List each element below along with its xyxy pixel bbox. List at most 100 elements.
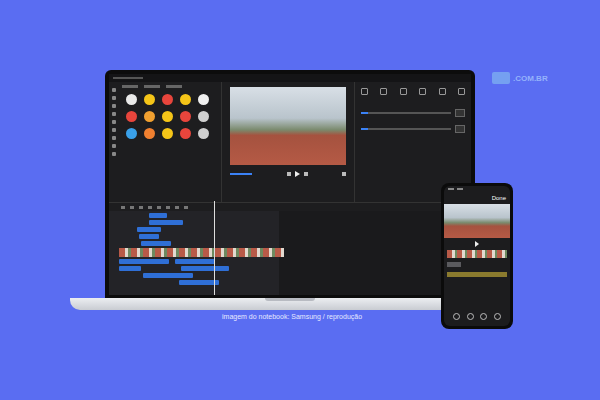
timeline-tool-icon[interactable]: [121, 206, 125, 209]
track-clip[interactable]: [447, 272, 507, 277]
track-clip[interactable]: [119, 259, 169, 264]
play-icon[interactable]: [475, 241, 479, 247]
track-row: [119, 220, 471, 225]
track-row: [119, 259, 471, 264]
sticker-icon[interactable]: [126, 128, 137, 139]
tool-icon[interactable]: [112, 104, 116, 108]
tool-icon[interactable]: [494, 313, 501, 320]
tool-icon[interactable]: [112, 96, 116, 100]
tool-icon[interactable]: [453, 313, 460, 320]
video-preview: [230, 87, 346, 165]
sticker-icon[interactable]: [144, 128, 155, 139]
sticker-icon[interactable]: [198, 94, 209, 105]
phone: Done: [441, 183, 513, 329]
tool-icon[interactable]: [480, 313, 487, 320]
fullscreen-icon[interactable]: [342, 172, 346, 176]
track-clip[interactable]: [119, 266, 141, 271]
slider-row: [361, 125, 465, 133]
track-clip[interactable]: [149, 213, 167, 218]
track-clip[interactable]: [137, 227, 161, 232]
track-clip[interactable]: [143, 273, 193, 278]
track-clip[interactable]: [181, 266, 229, 271]
property-icon[interactable]: [439, 88, 446, 95]
timeline-tool-icon[interactable]: [148, 206, 152, 209]
video-clip[interactable]: [447, 250, 507, 258]
tool-icon[interactable]: [112, 128, 116, 132]
track-row: [119, 273, 471, 278]
track-clip[interactable]: [139, 234, 159, 239]
timeline-toolbar: [109, 203, 471, 211]
sticker-icon[interactable]: [198, 128, 209, 139]
logo-icon: [492, 72, 510, 84]
phone-toolbar: [444, 309, 510, 326]
sticker-icon[interactable]: [126, 94, 137, 105]
sticker-icon[interactable]: [162, 94, 173, 105]
playhead[interactable]: [214, 201, 215, 295]
sticker-panel: [119, 82, 222, 202]
play-icon[interactable]: [295, 171, 300, 177]
track-clip[interactable]: [149, 220, 183, 225]
tool-icon[interactable]: [112, 136, 116, 140]
sticker-icon[interactable]: [144, 94, 155, 105]
previous-icon[interactable]: [287, 172, 291, 176]
property-tabs: [361, 88, 465, 95]
property-icon[interactable]: [361, 88, 368, 95]
tab-icon[interactable]: [144, 85, 160, 88]
timeline-tool-icon[interactable]: [175, 206, 179, 209]
done-button[interactable]: Done: [492, 195, 506, 201]
value-box[interactable]: [455, 109, 465, 117]
promo-canvas: .COM.BR imagem do notebook: Samsung / re…: [0, 0, 600, 400]
video-editor: [109, 74, 471, 295]
tool-icon[interactable]: [112, 152, 116, 156]
sticker-icon[interactable]: [162, 111, 173, 122]
tool-icon[interactable]: [467, 313, 474, 320]
status-bar: [444, 186, 510, 194]
tool-icon[interactable]: [112, 120, 116, 124]
title-bar: [109, 74, 471, 82]
transport-controls: [444, 238, 510, 250]
timeline-tool-icon[interactable]: [139, 206, 143, 209]
tab-icon[interactable]: [122, 85, 138, 88]
sticker-icon[interactable]: [144, 111, 155, 122]
next-icon[interactable]: [304, 172, 308, 176]
tool-icon[interactable]: [112, 112, 116, 116]
slider-row: [361, 109, 465, 117]
timeline-tool-icon[interactable]: [184, 206, 188, 209]
track-row: [447, 262, 507, 268]
property-icon[interactable]: [419, 88, 426, 95]
track-clip[interactable]: [447, 262, 461, 267]
timeline-tool-icon[interactable]: [157, 206, 161, 209]
property-icon[interactable]: [400, 88, 407, 95]
sticker-icon[interactable]: [180, 128, 191, 139]
track-row: [119, 234, 471, 239]
timeline-tool-icon[interactable]: [130, 206, 134, 209]
timeline-tool-icon[interactable]: [166, 206, 170, 209]
slider-track[interactable]: [361, 112, 451, 114]
preview-area: [222, 82, 354, 202]
slider-track[interactable]: [361, 128, 451, 130]
track-clip[interactable]: [179, 280, 219, 285]
sticker-icon[interactable]: [198, 111, 209, 122]
window-controls-icon[interactable]: [113, 77, 143, 79]
image-caption: imagem do notebook: Samsung / reprodução: [222, 313, 362, 320]
sticker-icon[interactable]: [180, 111, 191, 122]
slider-fill: [361, 128, 368, 130]
tool-icon[interactable]: [112, 144, 116, 148]
track-row: [119, 213, 471, 218]
sticker-icon[interactable]: [162, 128, 173, 139]
timecode-icon: [230, 173, 252, 175]
tool-icon[interactable]: [112, 88, 116, 92]
sticker-icon[interactable]: [126, 111, 137, 122]
sticker-grid: [122, 92, 218, 141]
track-clip[interactable]: [141, 241, 171, 246]
video-clip[interactable]: [119, 248, 284, 257]
timeline: [109, 203, 471, 295]
phone-editor: Done: [444, 186, 510, 326]
property-icon[interactable]: [380, 88, 387, 95]
value-box[interactable]: [455, 125, 465, 133]
sticker-icon[interactable]: [180, 94, 191, 105]
tab-icon[interactable]: [166, 85, 182, 88]
track-clip[interactable]: [175, 259, 215, 264]
property-icon[interactable]: [458, 88, 465, 95]
phone-header: Done: [444, 194, 510, 204]
